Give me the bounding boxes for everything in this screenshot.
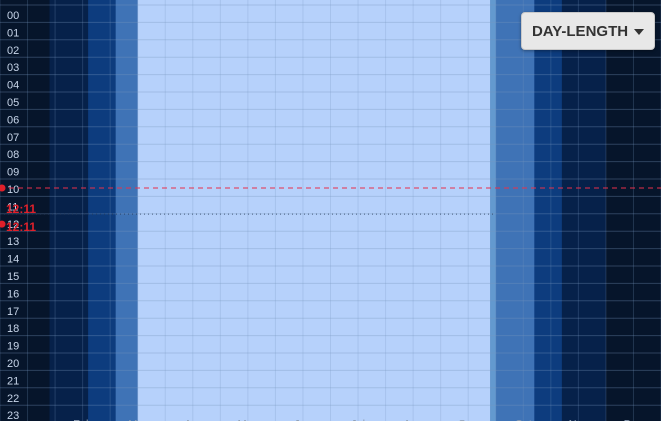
y-tick-label: 07 [7,132,19,144]
y-tick-label: 04 [7,80,19,92]
y-tick-label: 09 [7,167,19,179]
y-tick-label: 00 [7,10,19,22]
y-tick-label: 23 [7,410,19,421]
y-tick-label: 06 [7,114,19,126]
band-day [137,0,491,421]
y-tick-label: 15 [7,271,19,283]
y-tick-label: 14 [7,254,19,266]
caret-down-icon [634,29,645,35]
y-tick-label: 02 [7,45,19,57]
day-length-button-label: DAY-LENGTH [531,22,629,40]
time-label-1: 12:11 [6,202,36,216]
band-edge-right [490,0,496,421]
time-label-2: 12:11 [6,220,36,234]
day-length-chart: 0001020304050607080910111213141516171819… [0,0,661,421]
y-tick-label: 19 [7,341,19,353]
y-tick-label: 03 [7,62,19,74]
y-tick-label: 10 [7,184,19,196]
y-tick-label: 08 [7,149,19,161]
y-tick-label: 13 [7,236,19,248]
y-tick-label: 05 [7,97,19,109]
day-length-chart-app: 00 01 02 03 04 05 06 07 08 09 10 11 12 13 14 15 16 17 18 19… [0,0,661,421]
y-tick-label: 17 [7,306,19,318]
y-tick-label: 01 [7,27,19,39]
y-tick-label: 22 [7,393,19,405]
y-tick-label: 18 [7,323,19,335]
y-tick-label: 21 [7,375,19,387]
y-tick-label: 16 [7,288,19,300]
day-length-dropdown-button[interactable]: DAY-LENGTH [521,12,655,50]
y-tick-label: 20 [7,358,19,370]
